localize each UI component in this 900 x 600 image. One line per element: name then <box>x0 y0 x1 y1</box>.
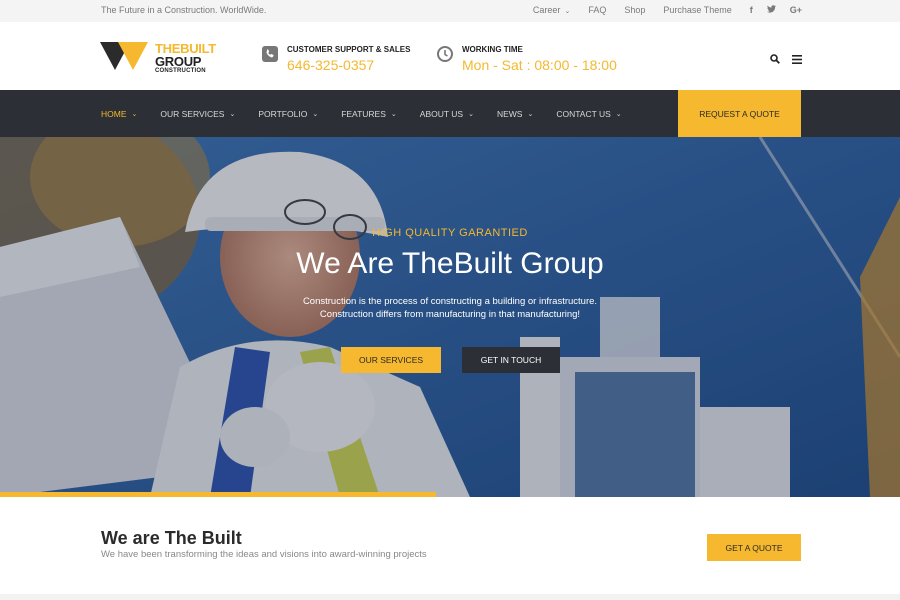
chevron-down-icon: ⌄ <box>229 110 236 118</box>
nav-item-about-us[interactable]: ABOUT US ⌄ <box>420 109 474 119</box>
chevron-down-icon: ⌄ <box>564 8 571 15</box>
working-time-value: Mon - Sat : 08:00 - 18:00 <box>462 57 617 73</box>
customer-support-info: CUSTOMER SUPPORT & SALES 646-325-0357 <box>262 44 422 84</box>
nav-item-label: OUR SERVICES <box>160 108 225 119</box>
chevron-down-icon: ⌄ <box>390 110 397 118</box>
working-time-info: WORKING TIME Mon - Sat : 08:00 - 18:00 <box>437 44 617 84</box>
nav-item-label: NEWS <box>496 108 523 119</box>
nav-item-news[interactable]: NEWS ⌄ <box>497 109 533 119</box>
logo-mark-icon <box>100 42 148 70</box>
logo-line2: GROUP <box>155 54 202 69</box>
logo[interactable]: THEBUILT GROUP CONSTRUCTION <box>100 41 225 75</box>
nav-item-label: FEATURES <box>341 108 386 119</box>
facebook-icon[interactable]: f <box>750 5 753 15</box>
intro-text: We have been transforming the ideas and … <box>101 549 427 560</box>
header-icons <box>770 51 802 69</box>
support-title: CUSTOMER SUPPORT & SALES <box>287 45 411 54</box>
phone-icon <box>262 46 278 62</box>
get-in-touch-button[interactable]: GET IN TOUCH <box>462 347 560 373</box>
top-link-faq[interactable]: FAQ <box>588 5 606 15</box>
our-services-button[interactable]: OUR SERVICES <box>341 347 441 373</box>
nav-item-home[interactable]: HOME ⌄ <box>101 109 137 119</box>
chevron-down-icon: ⌄ <box>312 110 319 118</box>
nav-item-label: HOME <box>101 108 127 119</box>
search-icon[interactable] <box>770 51 780 69</box>
nav-item-features[interactable]: FEATURES ⌄ <box>341 109 397 119</box>
main-nav: HOME ⌄ OUR SERVICES ⌄ PORTFOLIO ⌄ FEATURES ⌄… <box>0 90 900 137</box>
intro-section: We are The Built We have been transformi… <box>0 497 900 600</box>
top-bar: The Future in a Construction. WorldWide.… <box>0 0 900 22</box>
get-a-quote-button[interactable]: GET A QUOTE <box>707 534 801 561</box>
intro-heading: We are The Built <box>101 528 242 548</box>
twitter-icon[interactable] <box>766 5 776 15</box>
google-plus-icon[interactable]: G+ <box>790 5 802 15</box>
nav-item-contact-us[interactable]: CONTACT US ⌄ <box>556 109 621 119</box>
nav-item-our-services[interactable]: OUR SERVICES ⌄ <box>160 109 235 119</box>
chevron-down-icon: ⌄ <box>615 110 622 118</box>
site-header: THEBUILT GROUP CONSTRUCTION CUSTOMER SUP… <box>0 22 900 90</box>
nav-item-portfolio[interactable]: PORTFOLIO ⌄ <box>258 109 318 119</box>
section-divider <box>0 594 900 600</box>
nav-items: HOME ⌄ OUR SERVICES ⌄ PORTFOLIO ⌄ FEATURES ⌄… <box>101 90 645 137</box>
request-quote-button[interactable]: REQUEST A QUOTE <box>678 90 801 137</box>
nav-item-label: ABOUT US <box>419 108 464 119</box>
top-link-shop[interactable]: Shop <box>624 5 645 15</box>
logo-line3: CONSTRUCTION <box>155 68 206 74</box>
chevron-down-icon: ⌄ <box>468 110 474 118</box>
top-link-purchase-theme[interactable]: Purchase Theme <box>663 5 731 15</box>
hero-title: We Are TheBuilt Group <box>296 247 604 280</box>
hero-description-line2: Construction differs from manufacturing … <box>319 309 581 320</box>
chevron-down-icon: ⌄ <box>527 110 534 118</box>
hero-subtitle: HIGH QUALITY GARANTIED <box>372 227 528 239</box>
top-links: Career ⌄ FAQ Shop Purchase Theme f G+ <box>515 5 802 15</box>
top-link-career-label: Career <box>532 5 561 15</box>
chevron-down-icon: ⌄ <box>131 110 138 118</box>
working-time-title: WORKING TIME <box>462 45 523 54</box>
hero-slider: HIGH QUALITY GARANTIED We Are TheBuilt G… <box>0 137 900 497</box>
menu-icon[interactable] <box>792 51 802 69</box>
hero-description-line1: Construction is the process of construct… <box>302 296 598 307</box>
clock-icon <box>437 46 453 62</box>
nav-item-label: PORTFOLIO <box>258 108 308 119</box>
tagline: The Future in a Construction. WorldWide. <box>101 5 267 15</box>
nav-item-label: CONTACT US <box>556 108 611 119</box>
top-link-career[interactable]: Career ⌄ <box>533 5 570 15</box>
support-phone[interactable]: 646-325-0357 <box>287 57 374 73</box>
